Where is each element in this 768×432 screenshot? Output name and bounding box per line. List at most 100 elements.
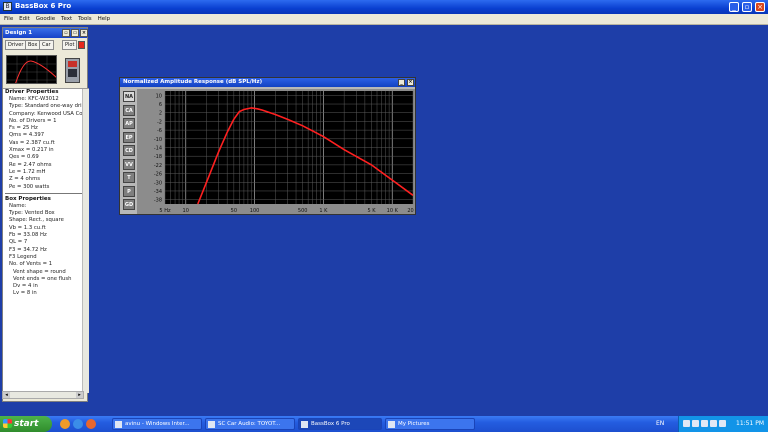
- response-thumbnail[interactable]: [6, 55, 57, 84]
- tab-driver[interactable]: Driver: [5, 40, 27, 50]
- x-tick-label: 500: [298, 208, 308, 214]
- app-icon: B: [3, 2, 12, 11]
- taskbar-item-label: My Pictures: [398, 421, 430, 427]
- plot-indicator[interactable]: [78, 41, 85, 49]
- x-tick-label: 1 K: [319, 208, 328, 214]
- y-tick-label: -6: [157, 128, 162, 134]
- graph-type-button[interactable]: GD: [123, 199, 135, 210]
- graph-type-button[interactable]: EP: [123, 131, 135, 143]
- horizontal-scrollbar[interactable]: ◂ ▸: [2, 391, 84, 399]
- tab-box[interactable]: Box: [25, 40, 41, 50]
- response-close-button[interactable]: ×: [407, 79, 414, 86]
- tray-volume-icon[interactable]: [701, 420, 708, 427]
- taskbar-item[interactable]: BassBox 6 Pro: [298, 418, 382, 430]
- firefox-icon[interactable]: [60, 419, 70, 429]
- task-app-icon: [301, 421, 308, 428]
- y-tick-label: 6: [159, 102, 162, 108]
- vent-property: Vent ends = one flush: [13, 275, 72, 282]
- x-tick-label: 5 Hz: [159, 208, 171, 214]
- y-tick-label: -22: [154, 163, 162, 169]
- graph-type-button[interactable]: AP: [123, 118, 135, 129]
- box-property: Name:: [9, 202, 27, 209]
- x-tick-label: 100: [250, 208, 260, 214]
- panel-restore-button[interactable]: ▫: [62, 29, 70, 37]
- scroll-right-icon[interactable]: ▸: [76, 392, 83, 398]
- panel-tile-button[interactable]: ▭: [71, 29, 79, 37]
- tray-messenger-icon[interactable]: [719, 420, 726, 427]
- tray-security-icon[interactable]: [692, 420, 699, 427]
- driver-property: Type: Standard one-way dri: [9, 103, 82, 110]
- box-property: QL = 7: [9, 239, 28, 246]
- box-property: Shape: Rect., square: [9, 217, 64, 224]
- y-tick-label: 2: [159, 111, 162, 117]
- y-tick-label: -14: [154, 146, 162, 152]
- task-app-icon: [115, 421, 122, 428]
- tab-car[interactable]: Car: [39, 40, 54, 50]
- taskbar-item[interactable]: My Pictures: [385, 418, 475, 430]
- driver-property: Pe = 300 watts: [9, 183, 50, 190]
- task-app-icon: [208, 421, 215, 428]
- box-properties-header: Box Properties: [5, 195, 51, 202]
- menu-edit[interactable]: Edit: [19, 14, 30, 25]
- graph-type-button[interactable]: VV: [123, 158, 135, 170]
- x-tick-label: 50: [231, 208, 237, 214]
- start-button[interactable]: start: [0, 416, 52, 432]
- taskbar-item[interactable]: avinu - Windows Inter...: [112, 418, 202, 430]
- graph-type-button[interactable]: T: [123, 172, 135, 183]
- tray-update-icon[interactable]: [710, 420, 717, 427]
- design-panel-title-bar: Design 1 ▫ ▭ ×: [3, 28, 88, 38]
- divider: [5, 192, 87, 194]
- box-icon[interactable]: [65, 58, 80, 83]
- driver-property: Le = 1.72 mH: [9, 168, 46, 175]
- box-property: Vb = 1.3 cu.ft: [9, 224, 46, 231]
- design-tabs: Driver Box Car Plot: [3, 40, 87, 52]
- amplitude-response-chart: 10 6 2 -2 -6 -10 -14 -18 -22 -26 -30 -34 -38 5 Hz 10 50…: [137, 89, 415, 214]
- window-title: BassBox 6 Pro: [15, 2, 72, 10]
- driver-properties-header: Driver Properties: [5, 89, 59, 95]
- menu-help[interactable]: Help: [98, 14, 111, 25]
- menu-text[interactable]: Text: [61, 14, 72, 25]
- driver-property: Name: KFC-W3012: [9, 96, 59, 102]
- driver-property: Xmax = 0.217 in: [9, 147, 54, 154]
- media-icon[interactable]: [86, 419, 96, 429]
- scroll-left-icon[interactable]: ◂: [3, 392, 10, 398]
- graph-type-button[interactable]: CA: [123, 104, 135, 116]
- response-minimize-button[interactable]: _: [398, 79, 405, 86]
- vent-property: Dv = 4 in: [13, 283, 38, 290]
- plot-button[interactable]: Plot: [62, 40, 78, 50]
- y-tick-label: -30: [154, 180, 162, 186]
- vent-property: Vent shape = round: [13, 268, 66, 275]
- y-tick-label: -38: [154, 198, 162, 204]
- box-property: No. of Vents = 1: [9, 261, 53, 268]
- driver-property: No. of Drivers = 1: [9, 117, 57, 124]
- menu-tools[interactable]: Tools: [78, 14, 92, 25]
- maximize-button[interactable]: ▫: [742, 2, 752, 12]
- language-indicator[interactable]: EN: [656, 416, 664, 432]
- box-property: F3 = 34.72 Hz: [9, 246, 47, 253]
- properties-scrollbar[interactable]: [82, 89, 89, 393]
- driver-property: Company: Kenwood USA Co: [9, 110, 83, 117]
- taskbar: start avinu - Windows Inter... SC Car Aud…: [0, 416, 768, 432]
- graph-type-button[interactable]: P: [123, 185, 135, 197]
- start-label: start: [14, 419, 39, 429]
- tray-network-icon[interactable]: [683, 420, 690, 427]
- graph-type-button[interactable]: NA: [123, 91, 135, 102]
- y-tick-label: -18: [154, 154, 162, 160]
- menu-goodie[interactable]: Goodie: [36, 14, 55, 25]
- minimize-button[interactable]: _: [729, 2, 739, 12]
- x-tick-label: 10 K: [387, 208, 399, 214]
- design-panel: Design 1 ▫ ▭ × Driver Box Car Plot Drive…: [2, 27, 89, 402]
- close-button[interactable]: ×: [755, 2, 765, 12]
- ie-icon[interactable]: [73, 419, 83, 429]
- system-tray: 11:51 PM: [678, 416, 768, 432]
- menu-file[interactable]: File: [4, 14, 13, 25]
- taskbar-item[interactable]: SC Car Audio: TOYOT...: [205, 418, 295, 430]
- y-tick-label: -34: [154, 189, 162, 195]
- vent-property: Lv = 8 in: [13, 290, 37, 297]
- properties-list: Driver Properties Name: KFC-W3012 Type: S…: [3, 88, 89, 393]
- y-tick-label: -26: [154, 172, 162, 178]
- driver-property: Z = 4 ohms: [9, 176, 41, 183]
- response-window-title: Normalized Amplitude Response (dB SPL/Hz…: [123, 79, 263, 85]
- panel-close-button[interactable]: ×: [80, 29, 88, 37]
- graph-type-button[interactable]: CD: [123, 145, 135, 156]
